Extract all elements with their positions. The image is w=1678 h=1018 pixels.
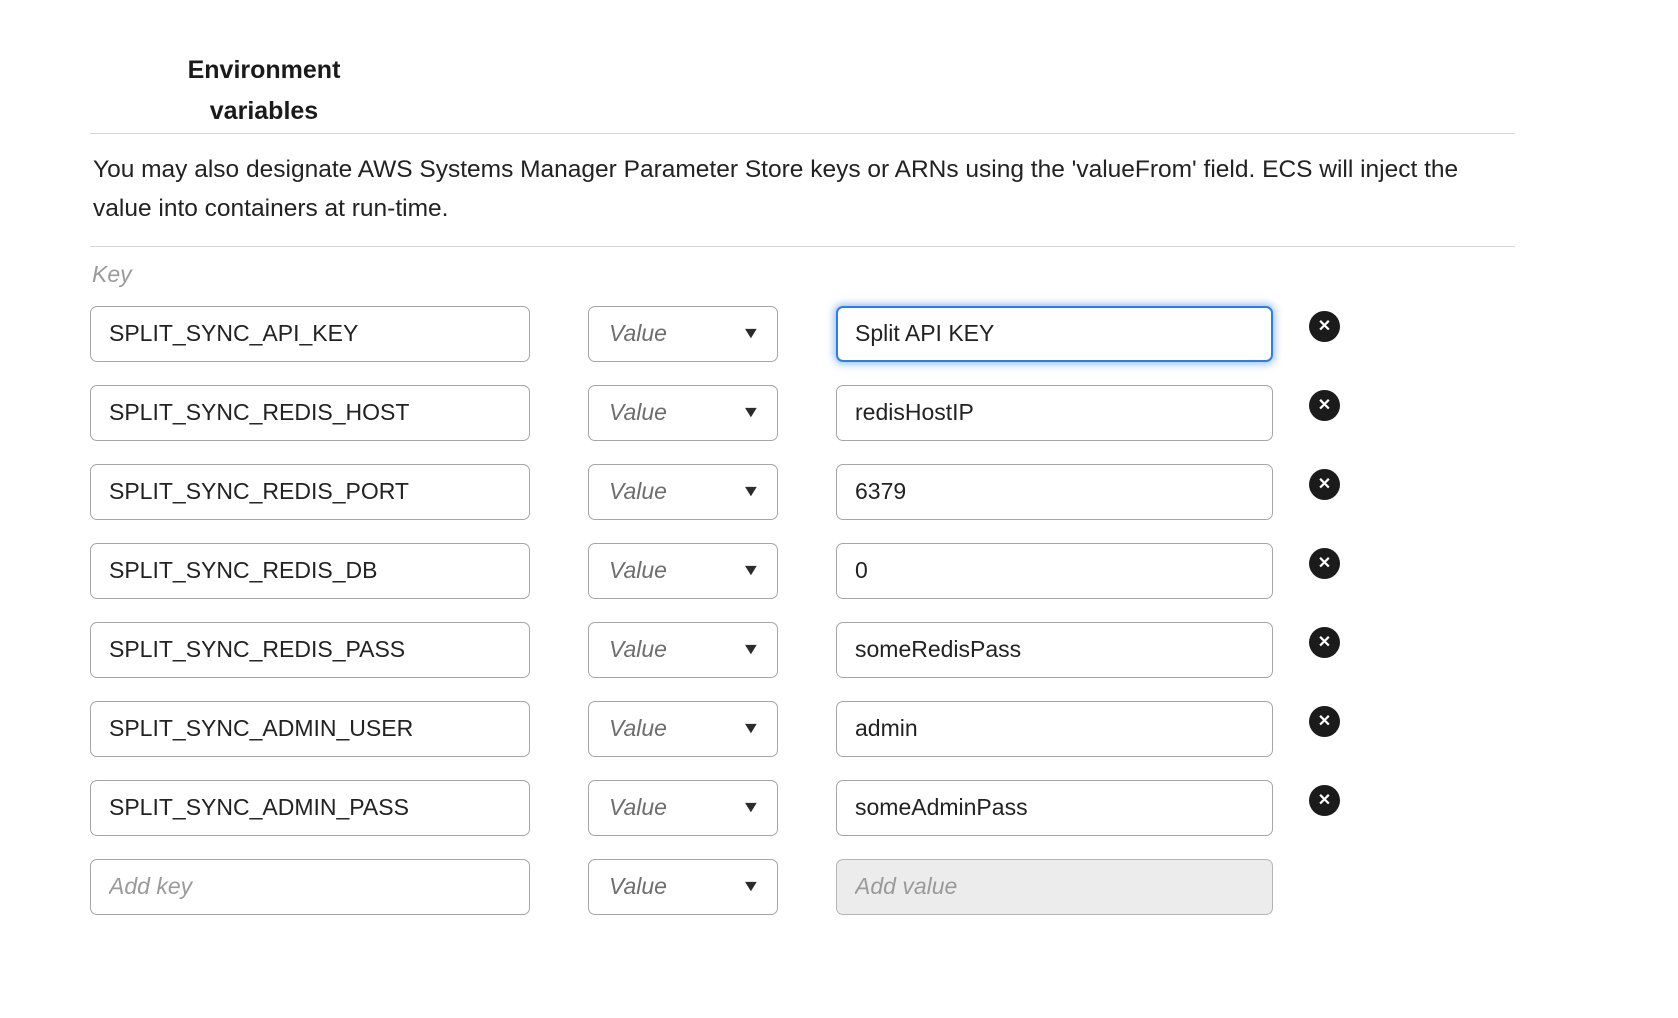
value-type-label: Value — [609, 794, 667, 821]
value-input[interactable] — [836, 464, 1273, 520]
section-title: Environment variables — [180, 50, 348, 133]
chevron-down-icon: ▼ — [741, 563, 761, 579]
key-input[interactable] — [90, 701, 530, 757]
chevron-down-icon: ▼ — [741, 642, 761, 658]
env-var-row: Value ▼ ✕ — [90, 464, 1515, 520]
environment-variables-section: Environment variables You may also desig… — [0, 0, 1515, 915]
env-var-row: Value ▼ ✕ — [90, 385, 1515, 441]
remove-row-button[interactable]: ✕ — [1309, 390, 1340, 421]
env-var-row: Value ▼ ✕ — [90, 622, 1515, 678]
remove-x-icon: ✕ — [1318, 319, 1331, 335]
remove-button-spacer — [1309, 871, 1340, 902]
key-input[interactable] — [90, 543, 530, 599]
remove-x-icon: ✕ — [1318, 477, 1331, 493]
add-value-input[interactable] — [836, 859, 1273, 915]
chevron-down-icon: ▼ — [741, 484, 761, 500]
section-title-line2: variables — [180, 91, 348, 132]
value-type-label: Value — [609, 557, 667, 584]
remove-x-icon: ✕ — [1318, 714, 1331, 730]
value-type-label: Value — [609, 636, 667, 663]
section-title-line1: Environment — [180, 50, 348, 91]
divider — [90, 246, 1515, 247]
value-type-dropdown[interactable]: Value ▼ — [588, 464, 778, 520]
remove-x-icon: ✕ — [1318, 398, 1331, 414]
value-type-label: Value — [609, 478, 667, 505]
remove-row-button[interactable]: ✕ — [1309, 469, 1340, 500]
section-description: You may also designate AWS Systems Manag… — [93, 150, 1518, 228]
remove-x-icon: ✕ — [1318, 793, 1331, 809]
env-var-row: Value ▼ ✕ — [90, 306, 1515, 362]
key-input[interactable] — [90, 306, 530, 362]
key-column-header: Key — [92, 261, 1515, 288]
chevron-down-icon: ▼ — [741, 326, 761, 342]
divider — [90, 133, 1515, 134]
value-input[interactable] — [836, 306, 1273, 362]
chevron-down-icon: ▼ — [741, 800, 761, 816]
add-env-var-row: Value ▼ — [90, 859, 1515, 915]
add-key-input[interactable] — [90, 859, 530, 915]
value-input[interactable] — [836, 780, 1273, 836]
value-type-dropdown[interactable]: Value ▼ — [588, 701, 778, 757]
remove-row-button[interactable]: ✕ — [1309, 706, 1340, 737]
remove-x-icon: ✕ — [1318, 556, 1331, 572]
env-var-row: Value ▼ ✕ — [90, 701, 1515, 757]
value-type-dropdown[interactable]: Value ▼ — [588, 543, 778, 599]
chevron-down-icon: ▼ — [741, 405, 761, 421]
env-var-row: Value ▼ ✕ — [90, 543, 1515, 599]
remove-row-button[interactable]: ✕ — [1309, 548, 1340, 579]
value-type-dropdown[interactable]: Value ▼ — [588, 780, 778, 836]
chevron-down-icon: ▼ — [741, 721, 761, 737]
remove-row-button[interactable]: ✕ — [1309, 311, 1340, 342]
remove-row-button[interactable]: ✕ — [1309, 785, 1340, 816]
value-type-dropdown[interactable]: Value ▼ — [588, 622, 778, 678]
value-type-label: Value — [609, 320, 667, 347]
value-input[interactable] — [836, 385, 1273, 441]
value-type-dropdown[interactable]: Value ▼ — [588, 306, 778, 362]
value-input[interactable] — [836, 622, 1273, 678]
key-input[interactable] — [90, 622, 530, 678]
key-input[interactable] — [90, 385, 530, 441]
value-type-dropdown[interactable]: Value ▼ — [588, 385, 778, 441]
env-var-row: Value ▼ ✕ — [90, 780, 1515, 836]
key-input[interactable] — [90, 464, 530, 520]
value-input[interactable] — [836, 701, 1273, 757]
remove-x-icon: ✕ — [1318, 635, 1331, 651]
chevron-down-icon: ▼ — [741, 879, 761, 895]
value-type-label: Value — [609, 873, 667, 900]
key-input[interactable] — [90, 780, 530, 836]
value-type-dropdown[interactable]: Value ▼ — [588, 859, 778, 915]
remove-row-button[interactable]: ✕ — [1309, 627, 1340, 658]
value-type-label: Value — [609, 715, 667, 742]
value-type-label: Value — [609, 399, 667, 426]
value-input[interactable] — [836, 543, 1273, 599]
